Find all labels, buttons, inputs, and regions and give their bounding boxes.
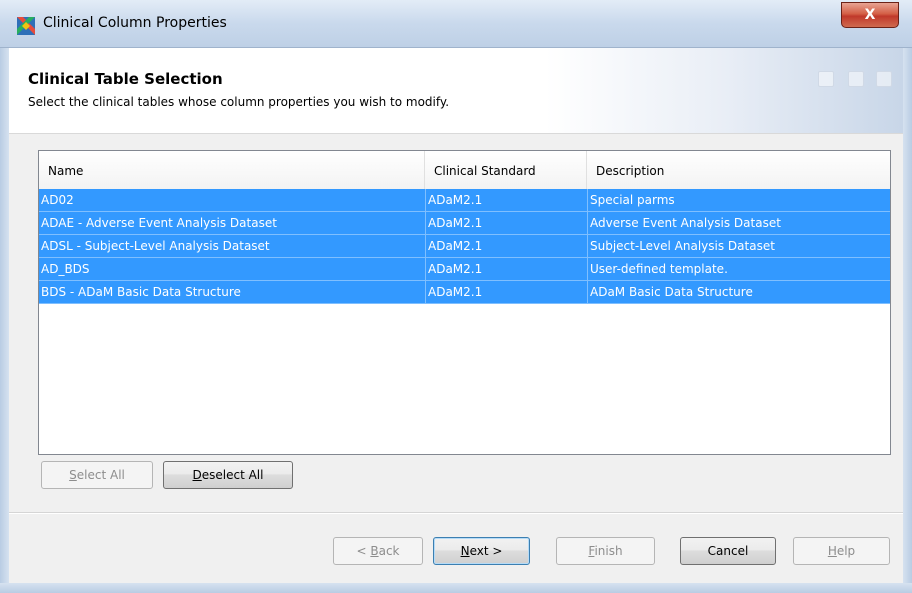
column-header-clinical-standard[interactable]: Clinical Standard [425,151,587,189]
cell-description: Subject-Level Analysis Dataset [587,235,890,258]
deselect-all-button[interactable]: Deselect All [163,461,293,489]
next-button[interactable]: Next > [433,537,530,565]
table-row[interactable]: AD_BDS ADaM2.1 User-defined template. [39,258,890,281]
back-prefix: < [356,544,371,558]
deselect-all-mnemonic: D [192,468,202,482]
table-row[interactable]: ADAE - Adverse Event Analysis Dataset AD… [39,212,890,235]
cell-standard: ADaM2.1 [425,258,587,281]
separator-highlight [9,513,903,514]
select-all-label: elect All [76,468,125,482]
column-header-description[interactable]: Description [587,151,890,189]
cancel-button[interactable]: Cancel [680,537,776,565]
select-all-button[interactable]: Select All [41,461,153,489]
decorative-square-icon [818,71,834,87]
dialog-window: Clinical Column Properties X Clinical Ta… [0,0,912,593]
finish-button[interactable]: Finish [556,537,655,565]
table-row[interactable]: AD02 ADaM2.1 Special parms [39,189,890,212]
close-icon: X [864,7,876,23]
cell-name: AD02 [41,193,74,207]
cell-standard: ADaM2.1 [425,189,587,212]
back-button[interactable]: < Back [333,537,423,565]
decorative-square-icon [848,71,864,87]
back-label: ack [378,544,400,558]
cell-standard: ADaM2.1 [425,235,587,258]
cell-name: AD_BDS [41,262,90,276]
decorative-square-icon [876,71,892,87]
cell-name: ADAE - Adverse Event Analysis Dataset [41,216,277,230]
cell-description: Adverse Event Analysis Dataset [587,212,890,235]
cell-description: User-defined template. [587,258,890,281]
finish-label: inish [594,544,623,558]
select-all-mnemonic: S [69,468,77,482]
help-button[interactable]: Help [793,537,890,565]
table-row[interactable]: ADSL - Subject-Level Analysis Dataset AD… [39,235,890,258]
window-frame-bottom [0,583,912,593]
column-header-name[interactable]: Name [39,151,425,189]
cell-description: ADaM Basic Data Structure [587,281,890,304]
deselect-all-label: eselect All [201,468,264,482]
window-frame-right [903,48,912,593]
cell-name: ADSL - Subject-Level Analysis Dataset [41,239,270,253]
cell-name: BDS - ADaM Basic Data Structure [41,285,241,299]
table-row[interactable]: BDS - ADaM Basic Data Structure ADaM2.1 … [39,281,890,304]
page-title: Clinical Table Selection [28,70,223,88]
app-icon [17,17,35,35]
window-title: Clinical Column Properties [43,15,227,31]
clinical-tables-list[interactable]: Name Clinical Standard Description AD02 … [38,150,891,455]
window-frame-left [0,48,9,593]
cell-description: Special parms [587,189,890,212]
cell-standard: ADaM2.1 [425,281,587,304]
help-mnemonic: H [827,544,837,558]
next-mnemonic: N [460,544,470,558]
title-bar[interactable]: Clinical Column Properties X [0,0,912,48]
page-subtitle: Select the clinical tables whose column … [28,95,450,109]
cell-standard: ADaM2.1 [425,212,587,235]
close-button[interactable]: X [841,2,899,28]
wizard-header [9,48,903,133]
next-label: ext > [469,544,503,558]
table-header: Name Clinical Standard Description [39,151,890,190]
help-label: elp [836,544,856,558]
back-mnemonic: B [370,544,379,558]
